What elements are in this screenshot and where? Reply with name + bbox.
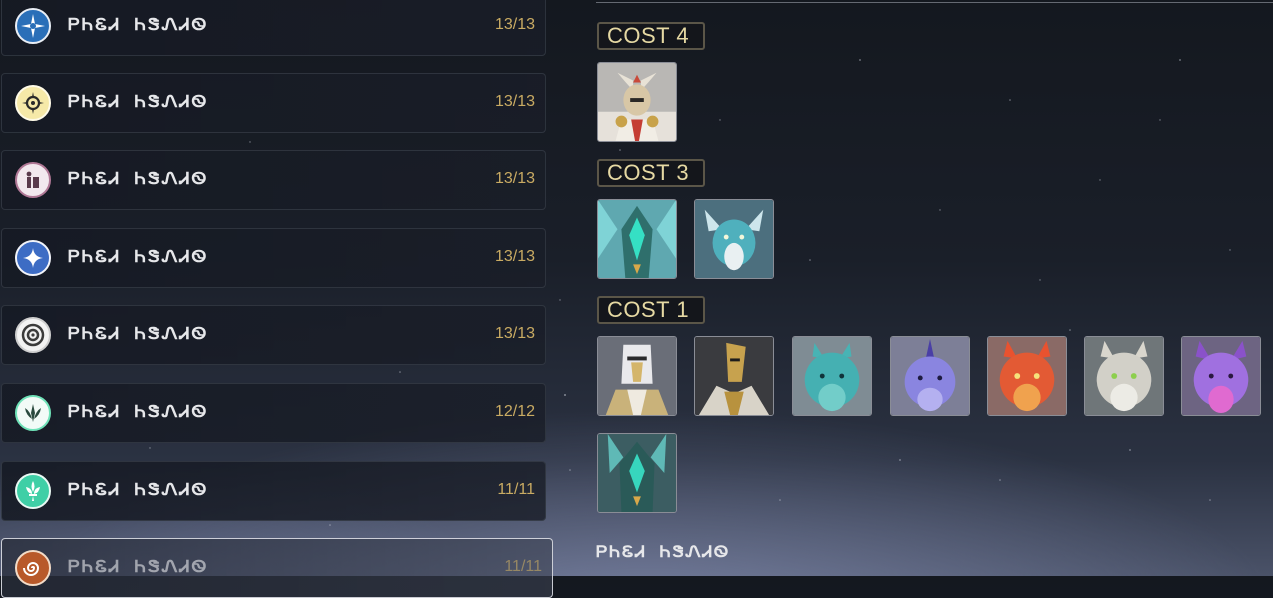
item-count: 11/11 [504, 558, 542, 575]
item-count: 11/11 [497, 481, 535, 498]
item-count: 13/13 [494, 248, 535, 265]
geo-compass-icon [15, 85, 51, 121]
list-item[interactable]: ᏢᏂᏋᏗ ᏂᏕᏁᏗᏫ 12/12 [1, 383, 546, 443]
item-name: ᏢᏂᏋᏗ ᏂᏕᏁᏗᏫ [68, 15, 209, 35]
item-name: ᏢᏂᏋᏗ ᏂᏕᏁᏗᏫ [68, 324, 209, 344]
list-item[interactable]: ᏢᏂᏋᏗ ᏂᏕᏁᏗᏫ 13/13 [1, 228, 546, 288]
golden-knight-portrait[interactable] [597, 336, 677, 416]
item-count: 13/13 [494, 325, 535, 342]
dark-bladed-knight-portrait[interactable] [694, 336, 774, 416]
item-name: ᏢᏂᏋᏗ ᏂᏕᏁᏗᏫ [68, 557, 209, 577]
list-item[interactable]: ᏢᏂᏋᏗ ᏂᏕᏁᏗᏫ 13/13 [1, 150, 546, 210]
list-item-selected[interactable]: ᏢᏂᏋᏗ ᏂᏕᏁᏗᏫ 11/11 [1, 538, 553, 598]
item-name: ᏢᏂᏋᏗ ᏂᏕᏁᏗᏫ [68, 402, 209, 422]
white-dragon-whelp-portrait[interactable] [1084, 336, 1164, 416]
ice-dragon-portrait[interactable] [694, 199, 774, 279]
item-name: ᏢᏂᏋᏗ ᏂᏕᏁᏗᏫ [68, 92, 209, 112]
violet-dragon-whelp-portrait[interactable] [890, 336, 970, 416]
top-divider [596, 2, 1273, 3]
item-count: 13/13 [494, 93, 535, 110]
item-count: 12/12 [494, 403, 535, 420]
cost-1-header: COST 1 [597, 296, 705, 324]
winged-knight-portrait[interactable] [597, 62, 677, 142]
cost-3-header: COST 3 [597, 159, 705, 187]
list-item[interactable]: ᏢᏂᏋᏗ ᏂᏕᏁᏗᏫ 11/11 [1, 461, 546, 521]
fleur-de-lis-icon [15, 473, 51, 509]
list-item[interactable]: ᏢᏂᏋᏗ ᏂᏕᏁᏗᏫ 13/13 [1, 73, 546, 133]
leaf-crest-icon [15, 395, 51, 431]
list-item[interactable]: ᏢᏂᏋᏗ ᏂᏕᏁᏗᏫ 13/13 [1, 305, 546, 365]
cost-4-header: COST 4 [597, 22, 705, 50]
teal-crystal-dragon-portrait-2[interactable] [597, 433, 677, 513]
target-ring-icon [15, 317, 51, 353]
item-name: ᏢᏂᏋᏗ ᏂᏕᏁᏗᏫ [68, 480, 209, 500]
element-list: ᏢᏂᏋᏗ ᏂᏕᏁᏗᏫ 13/13 ᏢᏂᏋᏗ ᏂᏕᏁᏗᏫ 13/13 ᏢᏂᏋᏗ Ꮒ… [0, 0, 556, 598]
item-name: ᏢᏂᏋᏗ ᏂᏕᏁᏗᏫ [68, 169, 209, 189]
teal-crystal-dragon-portrait[interactable] [597, 199, 677, 279]
anemo-star-icon [15, 8, 51, 44]
sparkle-star-icon [15, 240, 51, 276]
footer-label: ᏢᏂᏋᏗ ᏂᏕᏁᏗᏫ [596, 543, 731, 562]
item-count: 13/13 [494, 16, 535, 33]
list-item[interactable]: ᏢᏂᏋᏗ ᏂᏕᏁᏗᏫ 13/13 [1, 0, 546, 56]
spiral-swirl-icon [15, 550, 51, 586]
knight-helmet-icon [15, 162, 51, 198]
purple-dragon-whelp-portrait[interactable] [1181, 336, 1261, 416]
item-name: ᏢᏂᏋᏗ ᏂᏕᏁᏗᏫ [68, 247, 209, 267]
red-dragon-whelp-portrait[interactable] [987, 336, 1067, 416]
teal-dragon-whelp-portrait[interactable] [792, 336, 872, 416]
item-count: 13/13 [494, 170, 535, 187]
